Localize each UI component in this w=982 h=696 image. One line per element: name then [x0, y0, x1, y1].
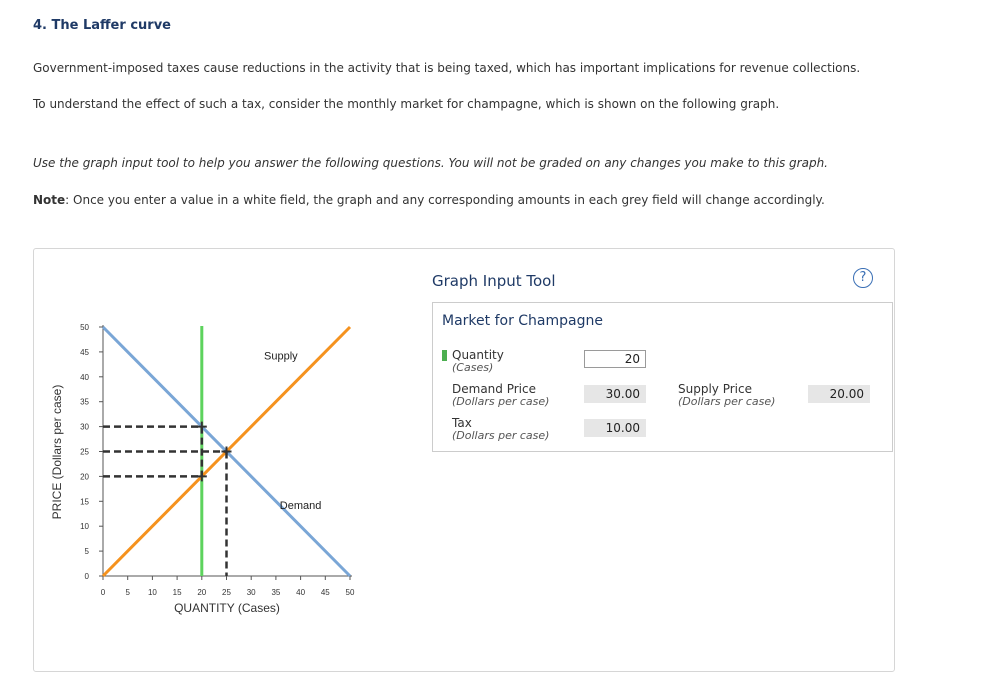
y-tick-label: 45 [80, 348, 89, 357]
x-tick-label: 25 [222, 588, 231, 597]
x-tick-label: 5 [125, 588, 130, 597]
tax-unit: (Dollars per case) [452, 429, 550, 442]
y-tick-label: 35 [80, 398, 89, 407]
y-tick-label: 0 [85, 572, 90, 581]
y-axis-label: PRICE (Dollars per case) [50, 385, 64, 520]
market-graph[interactable]: PRICE (Dollars per case) QUANTITY (Cases… [45, 300, 375, 630]
x-tick-label: 35 [271, 588, 280, 597]
page-title: 4. The Laffer curve [33, 18, 171, 33]
demand-label: Demand [280, 500, 322, 512]
intro-paragraph-2: To understand the effect of such a tax, … [33, 97, 780, 111]
x-tick-label: 30 [247, 588, 256, 597]
intro-paragraph-1: Government-imposed taxes cause reduction… [33, 61, 861, 75]
y-tick-label: 5 [85, 547, 90, 556]
y-tick-label: 40 [80, 373, 89, 382]
x-tick-label: 20 [197, 588, 206, 597]
y-tick-label: 15 [80, 497, 89, 506]
y-tick-label: 25 [80, 448, 89, 457]
tax-value: 10.00 [584, 419, 646, 437]
x-axis-label: QUANTITY (Cases) [174, 601, 280, 615]
graph-input-tool-title: Graph Input Tool [432, 272, 556, 290]
y-tick-label: 10 [80, 522, 89, 531]
note-paragraph: Note: Once you enter a value in a white … [33, 193, 825, 207]
supply-price-value: 20.00 [808, 385, 870, 403]
demand-price-value: 30.00 [584, 385, 646, 403]
supply-price-unit: (Dollars per case) [678, 395, 776, 408]
demand-price-unit: (Dollars per case) [452, 395, 550, 408]
quantity-input[interactable] [584, 350, 646, 368]
x-tick-label: 45 [321, 588, 330, 597]
x-tick-label: 15 [173, 588, 182, 597]
help-icon[interactable]: ? [853, 268, 873, 288]
plot-area: 0 5 10 15 20 25 30 35 40 45 50 0 5 10 15 20 25 30 35 40 45 50… [80, 323, 355, 597]
quantity-label: Quantity [452, 348, 504, 362]
x-tick-label: 40 [296, 588, 305, 597]
instructions-text: Use the graph input tool to help you ans… [33, 156, 828, 170]
quantity-legend-swatch [442, 350, 447, 361]
y-tick-label: 20 [80, 472, 89, 481]
note-label: Note [33, 193, 66, 207]
x-tick-label: 50 [346, 588, 355, 597]
x-tick-label: 0 [101, 588, 106, 597]
demand-price-label: Demand Price [452, 382, 536, 396]
quantity-unit: (Cases) [452, 361, 494, 374]
tax-label: Tax [452, 416, 472, 430]
x-tick-label: 10 [148, 588, 157, 597]
note-text: : Once you enter a value in a white fiel… [65, 193, 825, 207]
market-title: Market for Champagne [442, 313, 603, 329]
y-tick-label: 30 [80, 423, 89, 432]
supply-price-label: Supply Price [678, 382, 752, 396]
y-tick-label: 50 [80, 323, 89, 332]
supply-label: Supply [264, 350, 298, 362]
